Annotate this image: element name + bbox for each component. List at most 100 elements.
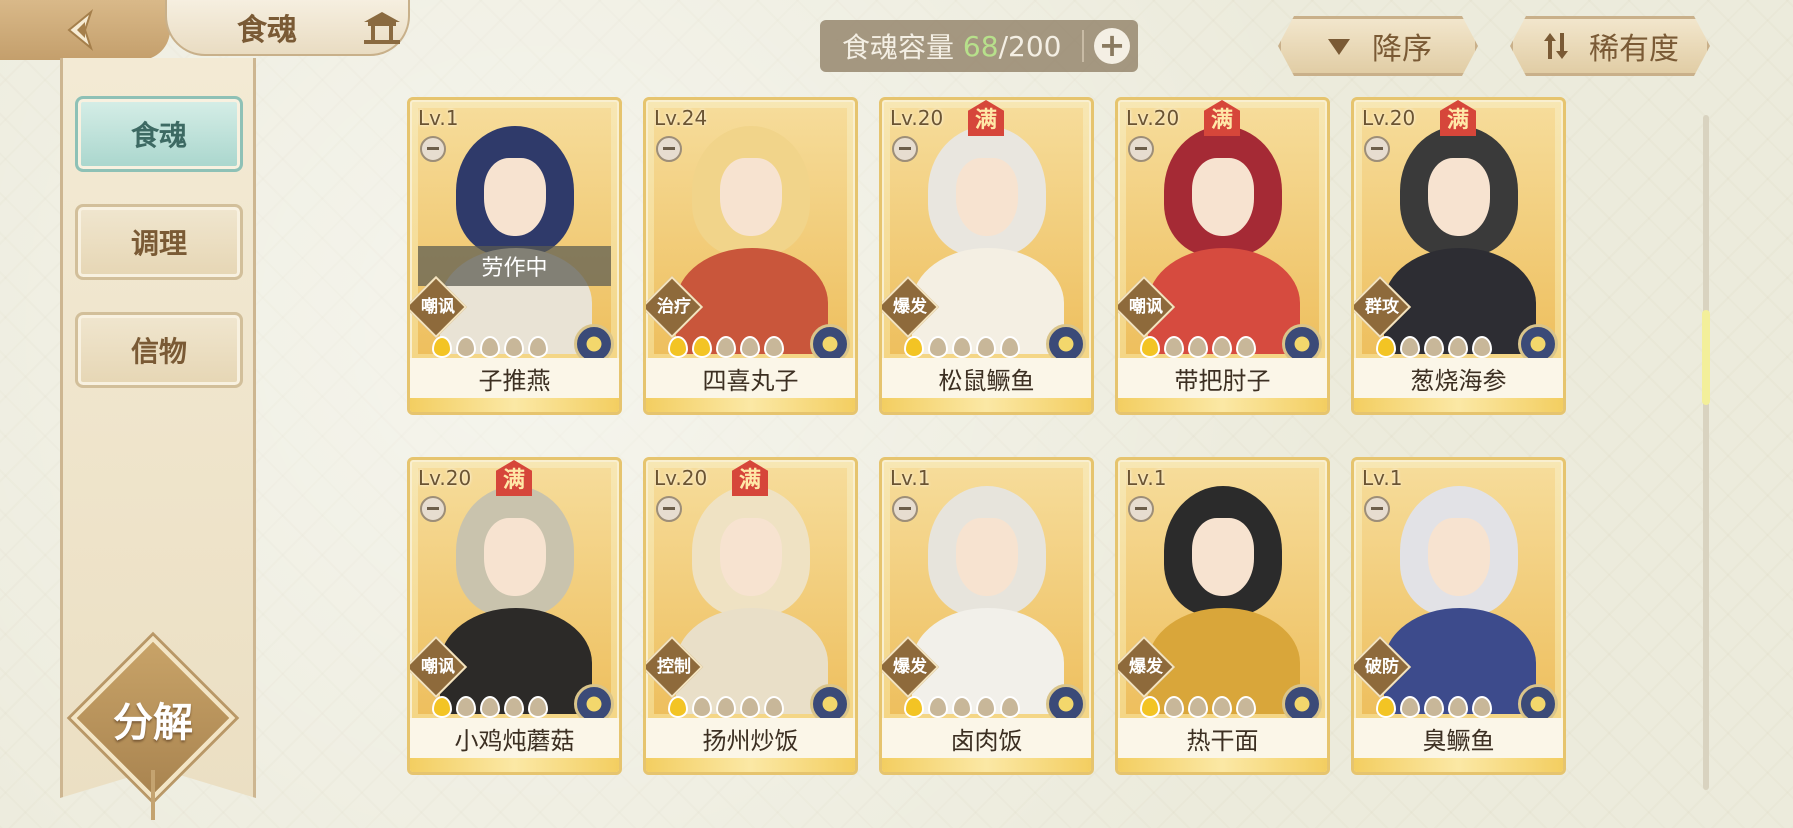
level-label: Lv.1 xyxy=(418,106,459,130)
portrait-face xyxy=(1428,158,1490,236)
portrait-face xyxy=(956,518,1018,596)
portrait-face xyxy=(956,158,1018,236)
star-flame-icon xyxy=(976,696,996,718)
role-label: 破防 xyxy=(1365,657,1399,677)
role-label: 爆发 xyxy=(1129,657,1163,677)
add-capacity-button[interactable]: + xyxy=(1094,28,1130,64)
star-flame-icon xyxy=(432,336,452,358)
card-footer xyxy=(882,398,1091,412)
role-label: 治疗 xyxy=(657,297,691,317)
character-name: 臭鳜鱼 xyxy=(1354,718,1563,758)
food-soul-card[interactable]: Lv.20 满 群攻 葱烧海参 xyxy=(1351,97,1566,415)
portrait-face xyxy=(720,158,782,236)
decompose-label[interactable]: 分解 xyxy=(88,690,218,748)
capacity-current: 68 xyxy=(962,29,999,63)
food-soul-card[interactable]: Lv.20 满 嘲讽 带把肘子 xyxy=(1115,97,1330,415)
star-rating xyxy=(432,336,548,358)
food-soul-card[interactable]: 劳作中 Lv.1 嘲讽 子推燕 xyxy=(407,97,622,415)
portrait-face xyxy=(1192,158,1254,236)
star-flame-icon xyxy=(904,336,924,358)
character-name: 热干面 xyxy=(1118,718,1327,758)
card-footer xyxy=(410,398,619,412)
sort-arrows-icon xyxy=(1544,33,1568,59)
food-soul-card[interactable]: Lv.20 满 嘲讽 小鸡炖蘑菇 xyxy=(407,457,622,775)
level-label: Lv.20 xyxy=(654,466,708,490)
star-flame-icon xyxy=(1448,696,1468,718)
level-label: Lv.1 xyxy=(1126,466,1167,490)
sidebar-item-conditioning[interactable]: 调理 xyxy=(75,204,243,280)
max-level-badge: 满 xyxy=(1440,100,1476,136)
sort-rarity-button[interactable]: 稀有度 xyxy=(1510,16,1710,76)
pavilion-icon[interactable] xyxy=(360,10,404,46)
food-soul-card[interactable]: Lv.20 满 爆发 松鼠鳜鱼 xyxy=(879,97,1094,415)
character-name: 扬州炒饭 xyxy=(646,718,855,758)
max-level-badge: 满 xyxy=(732,460,768,496)
level-label: Lv.20 xyxy=(890,106,944,130)
portrait-face xyxy=(484,158,546,236)
star-flame-icon xyxy=(504,696,524,718)
role-label: 嘲讽 xyxy=(421,657,455,677)
back-button[interactable] xyxy=(0,0,170,60)
food-soul-card[interactable]: Lv.1 爆发 热干面 xyxy=(1115,457,1330,775)
role-label: 爆发 xyxy=(893,657,927,677)
star-flame-icon xyxy=(740,696,760,718)
food-soul-card[interactable]: Lv.1 爆发 卤肉饭 xyxy=(879,457,1094,775)
card-footer xyxy=(1118,398,1327,412)
star-flame-icon xyxy=(1188,696,1208,718)
scrollbar-thumb[interactable] xyxy=(1702,310,1710,405)
star-flame-icon xyxy=(692,336,712,358)
bowl-icon xyxy=(1364,496,1390,522)
food-soul-card[interactable]: Lv.20 满 控制 扬州炒饭 xyxy=(643,457,858,775)
star-flame-icon xyxy=(716,336,736,358)
star-flame-icon xyxy=(668,336,688,358)
max-level-badge: 满 xyxy=(1204,100,1240,136)
capacity-divider xyxy=(1082,30,1084,62)
bowl-icon xyxy=(656,136,682,162)
card-footer xyxy=(410,758,619,772)
food-soul-card[interactable]: Lv.1 破防 臭鳜鱼 xyxy=(1351,457,1566,775)
star-flame-icon xyxy=(740,336,760,358)
star-flame-icon xyxy=(1000,696,1020,718)
sidebar-item-food-soul[interactable]: 食魂 xyxy=(75,96,243,172)
card-footer xyxy=(1354,758,1563,772)
page-title: 食魂 xyxy=(237,13,297,48)
star-flame-icon xyxy=(1376,696,1396,718)
portrait-face xyxy=(1192,518,1254,596)
card-footer xyxy=(882,758,1091,772)
level-label: Lv.1 xyxy=(1362,466,1403,490)
portrait-face xyxy=(1428,518,1490,596)
star-flame-icon xyxy=(928,696,948,718)
card-footer xyxy=(646,398,855,412)
star-rating xyxy=(432,696,548,718)
food-soul-card[interactable]: Lv.24 治疗 四喜丸子 xyxy=(643,97,858,415)
header-tab: 食魂 xyxy=(0,0,410,60)
role-label: 嘲讽 xyxy=(1129,297,1163,317)
star-flame-icon xyxy=(1236,696,1256,718)
star-flame-icon xyxy=(1472,336,1492,358)
sort-order-button[interactable]: 降序 xyxy=(1278,16,1478,76)
character-name: 松鼠鳜鱼 xyxy=(882,358,1091,398)
sort-rarity-label: 稀有度 xyxy=(1589,32,1679,67)
star-flame-icon xyxy=(904,696,924,718)
capacity-separator: / xyxy=(998,29,1008,63)
role-label: 嘲讽 xyxy=(421,297,455,317)
character-name: 小鸡炖蘑菇 xyxy=(410,718,619,758)
status-badge: 劳作中 xyxy=(418,246,611,286)
scrollbar-track[interactable] xyxy=(1703,115,1709,790)
star-flame-icon xyxy=(456,336,476,358)
bowl-icon xyxy=(892,496,918,522)
sidebar-item-tokens[interactable]: 信物 xyxy=(75,312,243,388)
star-flame-icon xyxy=(528,696,548,718)
star-flame-icon xyxy=(692,696,712,718)
star-flame-icon xyxy=(1140,336,1160,358)
portrait-face xyxy=(720,518,782,596)
role-label: 群攻 xyxy=(1365,297,1399,317)
capacity-max: 200 xyxy=(1008,29,1062,63)
star-flame-icon xyxy=(480,696,500,718)
star-flame-icon xyxy=(1000,336,1020,358)
level-label: Lv.24 xyxy=(654,106,708,130)
sidebar-item-label: 食魂 xyxy=(130,119,187,152)
card-footer xyxy=(1118,758,1327,772)
bowl-icon xyxy=(420,496,446,522)
star-rating xyxy=(1140,336,1256,358)
